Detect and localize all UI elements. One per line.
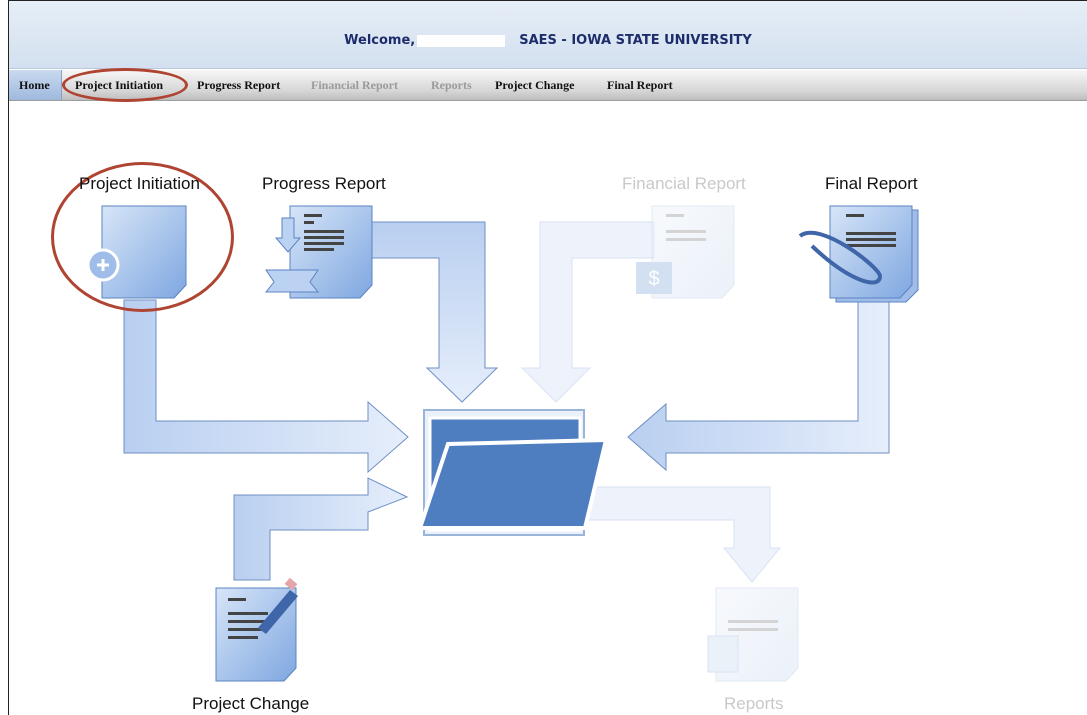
progress-report-doc-icon [264,205,373,299]
arrow-change-to-center [233,477,409,581]
label-financial-report: Financial Report [622,174,746,193]
arrow-financial-to-center [520,221,655,403]
final-report-doc-icon [798,205,919,303]
label-progress-report[interactable]: Progress Report [262,174,386,194]
dollar-symbol: $ [648,268,659,290]
reports-doc-icon [707,587,799,682]
project-change-doc-icon [215,577,298,682]
workflow-diagram: $ [86,205,919,682]
arrow-progress-to-center [371,221,499,403]
label-project-change[interactable]: Project Change [192,694,309,714]
label-project-initiation[interactable]: Project Initiation [79,174,200,194]
arrow-center-to-reports [581,486,782,583]
label-final-report[interactable]: Final Report [825,174,918,194]
label-reports: Reports [724,694,784,713]
arrow-initiation-to-center [123,299,409,474]
arrow-final-to-center [627,299,890,472]
central-folder-icon [417,409,609,536]
